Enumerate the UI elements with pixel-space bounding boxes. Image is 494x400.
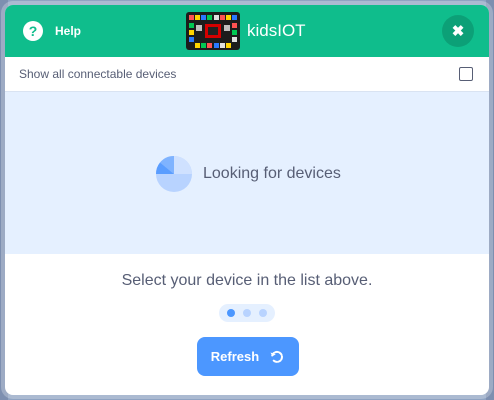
radar-spinner-icon bbox=[155, 155, 192, 192]
help-button[interactable]: ? Help bbox=[23, 21, 81, 41]
refresh-label: Refresh bbox=[210, 349, 260, 364]
svg-text:?: ? bbox=[29, 23, 38, 39]
close-icon: ✖ bbox=[451, 22, 465, 40]
title-text: kidsIOT bbox=[247, 21, 306, 40]
circuit-board-image bbox=[186, 12, 240, 50]
modal-header: ? Help kidsIOT ✖ bbox=[5, 5, 489, 57]
instruction-text: Select your device in the list above. bbox=[121, 272, 373, 289]
step-indicator bbox=[219, 304, 275, 322]
show-all-label: Show all connectable devices bbox=[19, 67, 177, 81]
connection-modal: ? Help kidsIOT ✖ Show all connectable de… bbox=[5, 5, 489, 395]
step-dot-2 bbox=[243, 309, 251, 317]
question-circle-icon: ? bbox=[23, 21, 43, 41]
step-dot-1 bbox=[227, 309, 235, 317]
show-all-row: Show all connectable devices bbox=[5, 57, 489, 92]
close-button[interactable]: ✖ bbox=[442, 15, 474, 47]
refresh-button[interactable]: Refresh bbox=[197, 337, 299, 376]
modal-title: kidsIOT bbox=[185, 11, 306, 51]
scan-status-text: Looking for devices bbox=[203, 165, 341, 182]
refresh-icon bbox=[270, 350, 284, 363]
device-scan-area: Looking for devices bbox=[5, 92, 489, 254]
help-label: Help bbox=[55, 24, 82, 38]
show-all-checkbox[interactable] bbox=[459, 67, 473, 81]
step-dot-3 bbox=[259, 309, 267, 317]
